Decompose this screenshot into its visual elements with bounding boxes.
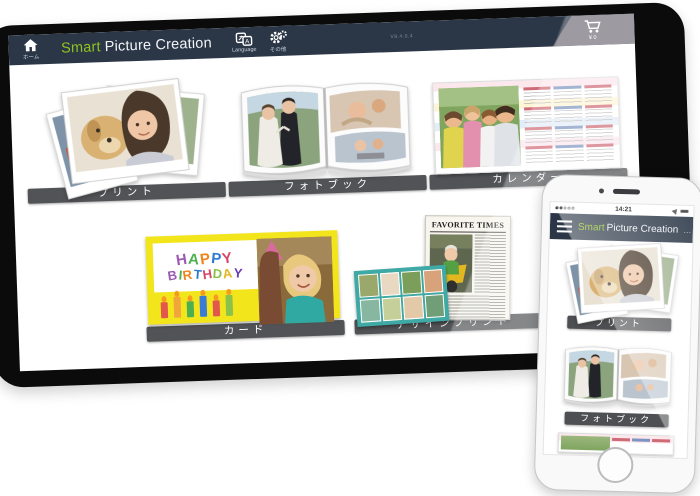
cart-amount: ¥ 0 [589,35,597,41]
calendar-month-block [555,125,583,143]
collage-photo [358,274,379,298]
calendar-month-block [554,85,582,103]
calendar-month-block [584,84,612,102]
tile-print[interactable]: プリント [24,84,226,204]
print-artwork [24,84,225,187]
phone-speaker [613,189,640,195]
tile-photobook[interactable]: フォトブック [225,77,427,197]
tile-calendar[interactable]: カレンダー [426,70,628,190]
phone-app-title-accent: Smart [578,221,605,233]
newspaper-text-columns [474,235,505,293]
designprint-artwork: FAVORITE TIMES [351,221,552,318]
phone-app-header: SmartPicture Creation … お店印刷 [550,213,694,243]
status-right-icons [672,208,688,213]
page-background: ホーム SmartPicture Creation A Language [0,0,700,496]
gear-icon [268,29,287,44]
more-settings-label: その他 [270,44,287,53]
candle-art [225,295,233,316]
calendar-month-block [554,105,582,123]
candle-art [199,296,207,317]
tile-card[interactable]: HAPPY BIRTHDAY [143,228,345,342]
calendar-month-block [523,87,551,105]
calendar-artwork [426,70,627,173]
location-icon [672,207,680,215]
phone-device: 14:21 SmartPicture Creation … [534,174,700,494]
tile-designprint[interactable]: FAVORITE TIMES [351,221,553,335]
language-button[interactable]: A Language [231,27,257,58]
collage-photo [360,298,381,322]
calendar-card-art [432,76,621,174]
phone-print-artwork [560,244,680,315]
language-label: Language [232,46,257,53]
calendar-month-block [556,145,584,163]
birthday-text-panel: HAPPY BIRTHDAY [153,240,258,293]
birthday-text-line2: BIRTHDAY [168,266,244,282]
battery-icon [680,209,688,213]
phone-screen: 14:21 SmartPicture Creation … [543,201,695,459]
phone-tile-print[interactable]: プリント [555,244,685,332]
collage-photo [379,272,400,296]
language-icon: A [235,31,252,46]
candle-art [187,301,195,317]
collage-photo [381,297,402,321]
print-stack-art [24,78,226,190]
phone-photobook-artwork [557,336,677,411]
collage-photo [403,295,424,319]
phone-photobook-art [557,333,677,415]
calendar-month-block [586,144,614,162]
candle-art [173,297,181,318]
version-text: V8.4.0.4 [390,33,413,40]
calendar-month-block [585,124,613,142]
birthday-card-art: HAPPY BIRTHDAY [145,230,340,325]
phone-print-stack-art [560,242,680,320]
more-settings-button[interactable]: その他 [268,26,288,57]
menu-button[interactable] [555,218,574,235]
newspaper-title: FAVORITE TIMES [430,220,506,230]
home-icon [23,38,39,52]
newspaper-rule [430,231,506,233]
calendar-month-block [524,106,552,124]
birthday-letter: Y [233,266,244,280]
candles-art [156,292,257,318]
birthday-girl-photo [257,236,335,324]
calendar-month-block [585,104,613,122]
product-grid-row-1: プリント [9,44,639,205]
calendar-months-grid [522,82,615,165]
photobook-art [225,71,427,183]
collage-photo [424,294,445,318]
calendar-month-block [525,126,553,144]
phone-tile-photobook[interactable]: フォトブック [552,336,682,428]
app-title: SmartPicture Creation [61,35,212,56]
cart-button[interactable]: ¥ 0 [550,14,635,47]
phone-home-button[interactable] [596,446,633,483]
calendar-family-photo [438,86,521,169]
phone-camera-dot [599,188,604,193]
photobook-artwork [225,77,426,180]
cart-icon [583,19,603,35]
collage-print-art [354,265,450,327]
home-label: ホーム [23,52,40,61]
phone-app-title: SmartPicture Creation [578,221,679,235]
collage-photo [401,271,422,295]
overflow-icon: … [683,225,691,234]
status-time: 14:21 [574,205,672,215]
card-artwork: HAPPY BIRTHDAY [143,228,344,325]
collage-photo [422,269,443,293]
app-title-rest: Picture Creation [104,35,212,55]
phone-product-list: プリント [544,239,693,458]
phone-app-title-rest: Picture Creation [606,222,678,235]
phone-calendar-photo [560,435,610,450]
signal-dots-icon [555,206,574,209]
app-title-accent: Smart [61,39,101,56]
candle-art [161,302,169,318]
candle-art [213,300,221,316]
home-button[interactable]: ホーム [22,34,39,65]
calendar-month-block [525,146,553,164]
